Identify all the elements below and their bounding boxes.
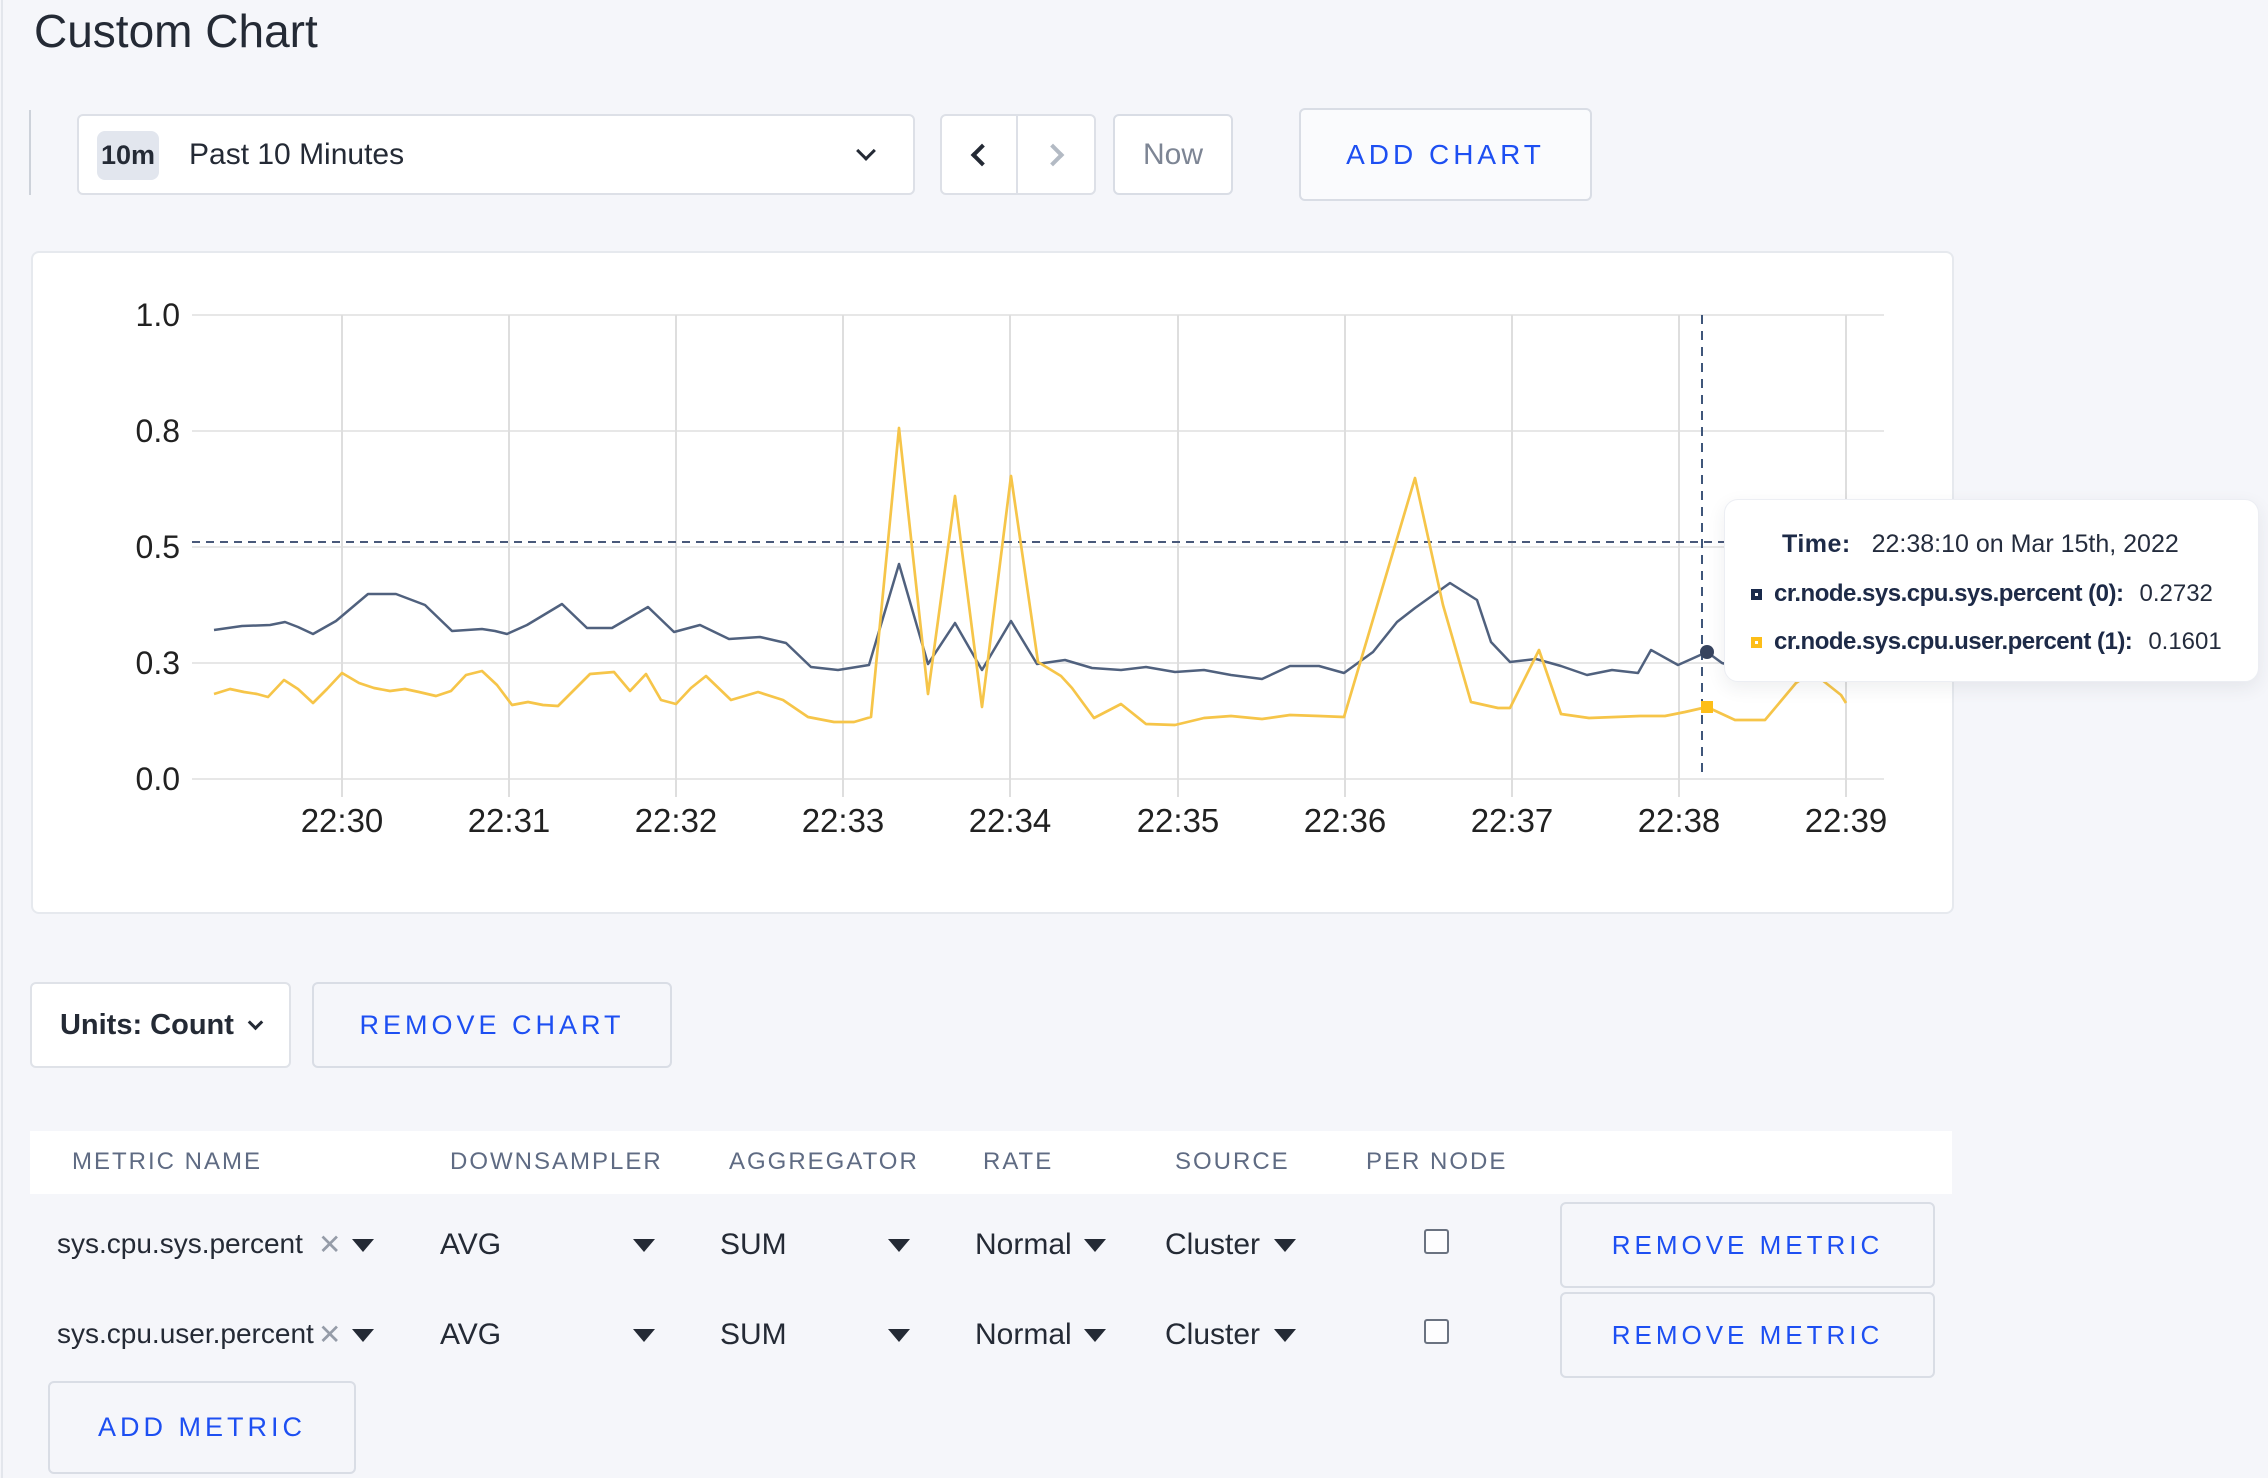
svg-text:22:37: 22:37 bbox=[1471, 802, 1554, 839]
svg-text:22:36: 22:36 bbox=[1304, 802, 1387, 839]
svg-text:22:38: 22:38 bbox=[1638, 802, 1721, 839]
svg-text:22:31: 22:31 bbox=[468, 802, 551, 839]
svg-text:0.5: 0.5 bbox=[136, 529, 180, 565]
svg-text:22:35: 22:35 bbox=[1137, 802, 1220, 839]
svg-text:0.0: 0.0 bbox=[136, 761, 180, 797]
svg-text:0.3: 0.3 bbox=[136, 645, 180, 681]
svg-text:22:34: 22:34 bbox=[969, 802, 1052, 839]
svg-text:0.8: 0.8 bbox=[136, 413, 180, 449]
svg-text:1.0: 1.0 bbox=[136, 297, 180, 333]
svg-text:22:30: 22:30 bbox=[301, 802, 384, 839]
svg-text:22:32: 22:32 bbox=[635, 802, 718, 839]
svg-text:22:39: 22:39 bbox=[1805, 802, 1888, 839]
svg-text:22:33: 22:33 bbox=[802, 802, 885, 839]
